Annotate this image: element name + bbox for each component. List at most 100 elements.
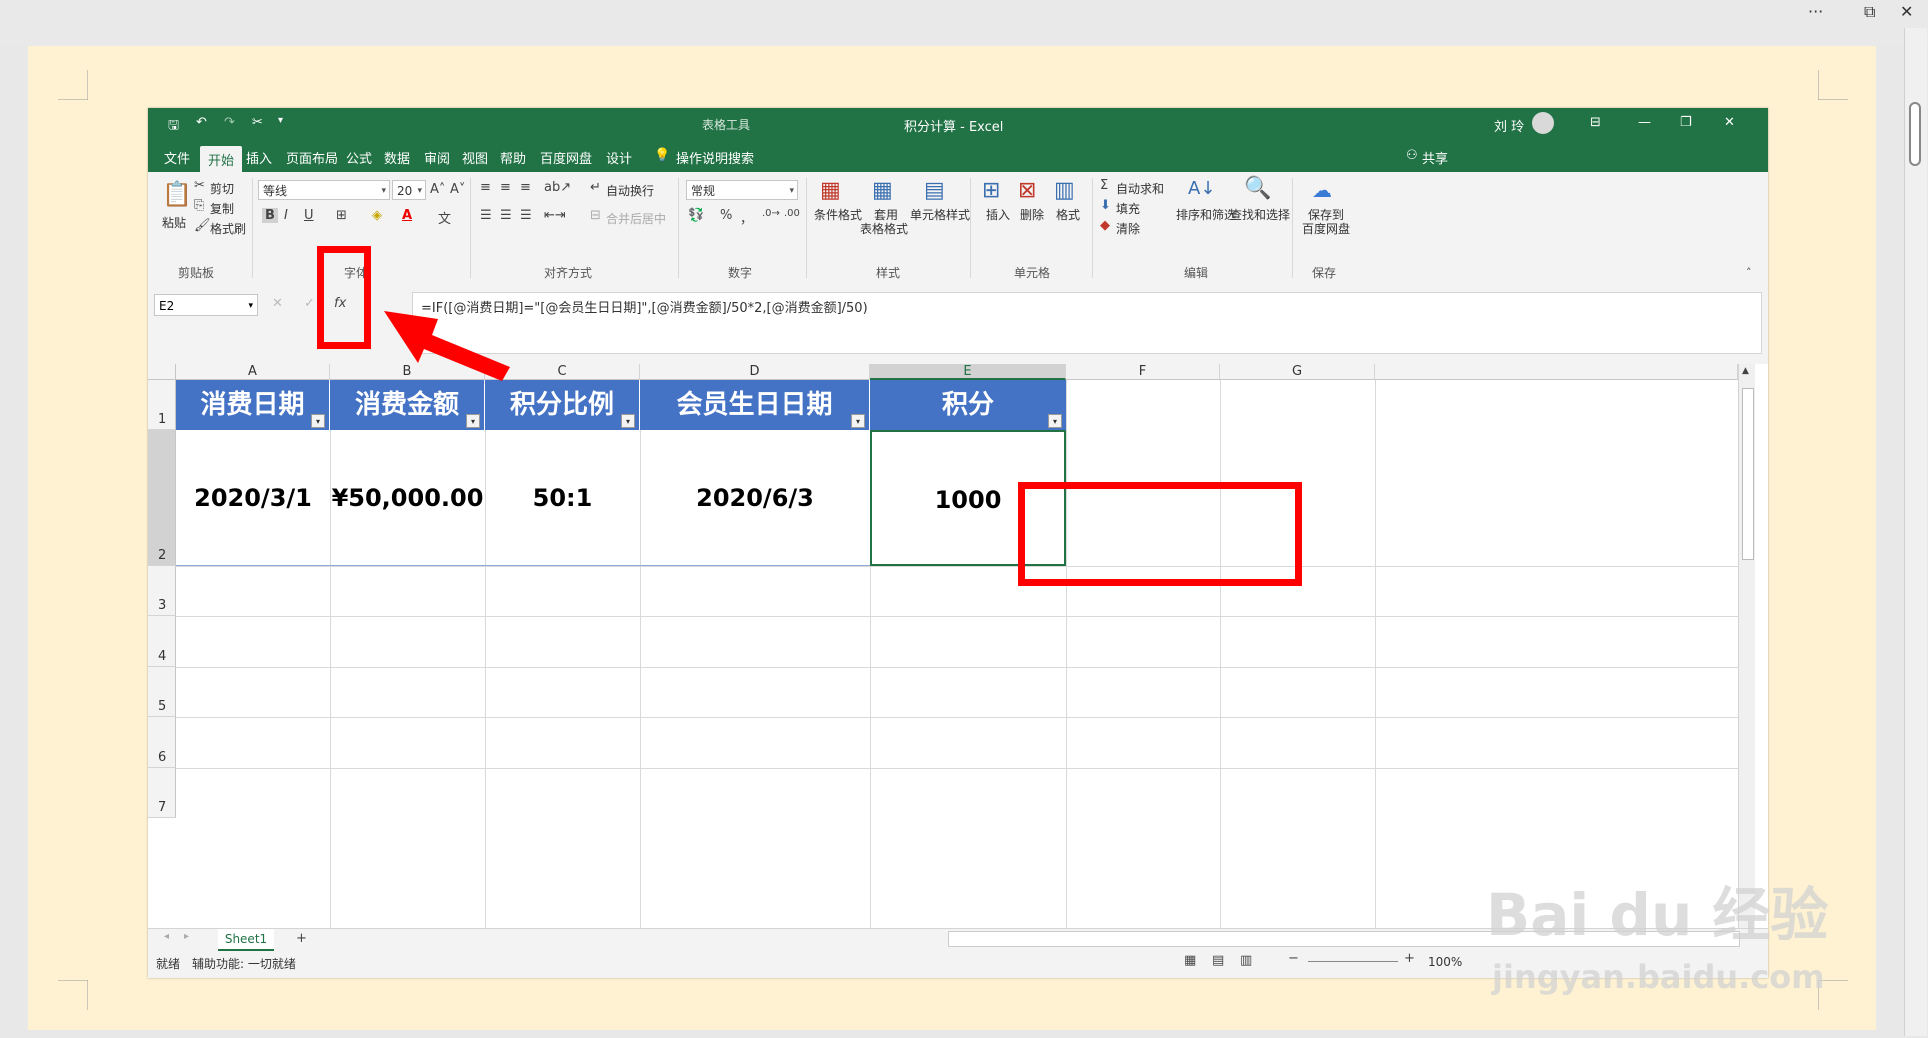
cell-b2[interactable]: ¥50,000.00 xyxy=(330,430,485,566)
table-header-cell[interactable]: 消费日期 ▾ xyxy=(176,380,330,430)
zoom-level[interactable]: 100% xyxy=(1428,955,1462,969)
scroll-up-icon[interactable]: ▲ xyxy=(1742,366,1749,376)
grow-font-icon[interactable]: A˄ xyxy=(430,182,445,197)
row-header-3[interactable]: 3 xyxy=(148,566,176,616)
name-box[interactable]: E2 ▾ xyxy=(154,294,258,316)
maximize-icon[interactable]: ❐ xyxy=(1680,115,1692,130)
cell-a2[interactable]: 2020/3/1 xyxy=(176,430,330,566)
copy-icon[interactable]: ⎘ xyxy=(194,198,204,213)
tab-file[interactable]: 文件 xyxy=(164,148,190,167)
tab-home[interactable]: 开始 xyxy=(200,146,243,173)
clear-button[interactable]: 清除 xyxy=(1116,220,1140,237)
ribbon-display-icon[interactable]: ⊟ xyxy=(1590,115,1601,130)
redo-icon[interactable]: ↷ xyxy=(224,115,235,130)
restore-icon[interactable]: ⧉ xyxy=(1864,2,1875,22)
align-right-icon[interactable]: ☰ xyxy=(520,208,532,223)
scrollbar-thumb[interactable] xyxy=(1909,102,1921,166)
zoom-slider[interactable] xyxy=(1308,961,1398,962)
tab-view[interactable]: 视图 xyxy=(462,148,488,167)
table-header-cell[interactable]: 积分 ▾ xyxy=(870,380,1066,430)
baidu-netdisk-icon[interactable]: ☁ xyxy=(1312,178,1332,202)
tab-help[interactable]: 帮助 xyxy=(500,148,526,167)
zoom-in-icon[interactable]: + xyxy=(1404,951,1415,966)
row-header-6[interactable]: 6 xyxy=(148,717,176,768)
autosum-icon[interactable]: Σ xyxy=(1100,178,1108,193)
decrease-decimal-icon[interactable]: .00 xyxy=(784,208,800,219)
sheet-nav-prev-icon[interactable]: ◂ xyxy=(164,931,169,942)
align-bottom-icon[interactable]: ≡ xyxy=(520,180,531,195)
fill-icon[interactable]: ⬇ xyxy=(1100,198,1111,213)
more-icon[interactable]: ··· xyxy=(1808,2,1823,21)
format-painter-icon[interactable]: 🖌 xyxy=(194,218,211,233)
column-header-a[interactable]: A xyxy=(176,364,330,380)
tab-data[interactable]: 数据 xyxy=(384,148,410,167)
shrink-font-icon[interactable]: A˅ xyxy=(450,182,465,197)
delete-cells-button[interactable]: 删除 xyxy=(1020,206,1044,223)
select-all-button[interactable] xyxy=(148,364,176,380)
percent-button[interactable]: % xyxy=(720,208,732,223)
indent-icon[interactable]: ⇤⇥ xyxy=(544,208,566,223)
sheet-tab-sheet1[interactable]: Sheet1 xyxy=(218,929,274,951)
document-scrollbar[interactable] xyxy=(1904,28,1927,1036)
share-icon[interactable]: ⚇ xyxy=(1406,148,1418,163)
row-header-1[interactable]: 1 xyxy=(148,380,176,430)
fill-color-icon[interactable]: ◈ xyxy=(372,208,382,223)
copy-button[interactable]: 复制 xyxy=(210,200,234,217)
merge-center-icon[interactable]: ⊟ xyxy=(590,208,601,223)
row-header-2[interactable]: 2 xyxy=(148,430,176,566)
underline-button[interactable]: U xyxy=(304,208,314,223)
share-button[interactable]: 共享 xyxy=(1422,148,1448,167)
tab-design[interactable]: 设计 xyxy=(606,148,632,167)
clear-icon[interactable]: ◆ xyxy=(1100,218,1110,233)
row-header-5[interactable]: 5 xyxy=(148,667,176,717)
cut-button[interactable]: 剪切 xyxy=(210,180,234,197)
tab-page-layout[interactable]: 页面布局 xyxy=(286,148,338,167)
tell-me-search[interactable]: 操作说明搜索 xyxy=(676,148,754,167)
bold-button[interactable]: B xyxy=(262,208,278,223)
avatar[interactable] xyxy=(1532,112,1554,134)
cut-icon[interactable]: ✂ xyxy=(194,178,205,193)
tab-insert[interactable]: 插入 xyxy=(246,148,272,167)
borders-icon[interactable]: ⊞ xyxy=(336,208,347,223)
orientation-icon[interactable]: ab↗ xyxy=(544,180,571,195)
paste-button[interactable]: 粘贴 xyxy=(162,214,186,231)
tab-baidu-netdisk[interactable]: 百度网盘 xyxy=(540,148,592,167)
sheet-vertical-scrollbar[interactable]: ▲ xyxy=(1738,364,1755,928)
phonetic-icon[interactable]: 文 xyxy=(438,208,451,227)
save-netdisk-line2[interactable]: 百度网盘 xyxy=(1302,220,1350,237)
format-as-table-line2[interactable]: 表格格式 xyxy=(860,220,908,237)
find-select-icon[interactable]: 🔍 xyxy=(1244,176,1271,201)
delete-cells-icon[interactable]: ⊠ xyxy=(1018,178,1036,203)
format-cells-button[interactable]: 格式 xyxy=(1056,206,1080,223)
enter-formula-button[interactable]: ✓ xyxy=(304,296,315,311)
cell-styles-button[interactable]: 单元格样式 xyxy=(910,206,970,223)
cut-quick-icon[interactable]: ✂ xyxy=(252,115,263,130)
formula-input[interactable]: =IF([@消费日期]="[@会员生日日期]",[@消费金额]/50*2,[@消… xyxy=(412,292,1762,354)
tab-formulas[interactable]: 公式 xyxy=(346,148,372,167)
find-select-button[interactable]: 查找和选择 xyxy=(1230,206,1290,223)
increase-decimal-icon[interactable]: .0→ xyxy=(762,208,780,219)
undo-icon[interactable]: ↶ xyxy=(196,115,207,130)
collapse-ribbon-icon[interactable]: ˄ xyxy=(1746,266,1752,279)
insert-cells-icon[interactable]: ⊞ xyxy=(982,178,1000,203)
sort-filter-button[interactable]: 排序和筛选 xyxy=(1176,206,1236,223)
filter-dropdown-icon[interactable]: ▾ xyxy=(311,414,325,428)
row-header-4[interactable]: 4 xyxy=(148,616,176,667)
sort-filter-icon[interactable]: A↓ xyxy=(1188,178,1215,199)
accessibility-status[interactable]: 辅助功能: 一切就绪 xyxy=(192,955,296,972)
conditional-format-icon[interactable]: ▦ xyxy=(820,178,841,203)
table-header-cell[interactable]: 积分比例 ▾ xyxy=(485,380,640,430)
wrap-text-button[interactable]: 自动换行 xyxy=(606,182,654,199)
number-format-dropdown[interactable]: 常规 ▾ xyxy=(686,180,798,200)
align-center-icon[interactable]: ☰ xyxy=(500,208,512,223)
font-name-dropdown[interactable]: 等线 ▾ xyxy=(258,180,390,200)
insert-cells-button[interactable]: 插入 xyxy=(986,206,1010,223)
table-header-cell[interactable]: 会员生日日期 ▾ xyxy=(640,380,870,430)
filter-dropdown-icon[interactable]: ▾ xyxy=(851,414,865,428)
format-painter-button[interactable]: 格式刷 xyxy=(210,220,246,237)
italic-button[interactable]: I xyxy=(284,208,288,223)
new-sheet-button[interactable]: + xyxy=(296,931,307,946)
font-color-icon[interactable]: A xyxy=(402,208,412,223)
column-header-e[interactable]: E xyxy=(870,364,1066,380)
format-cells-icon[interactable]: ▥ xyxy=(1054,178,1075,203)
